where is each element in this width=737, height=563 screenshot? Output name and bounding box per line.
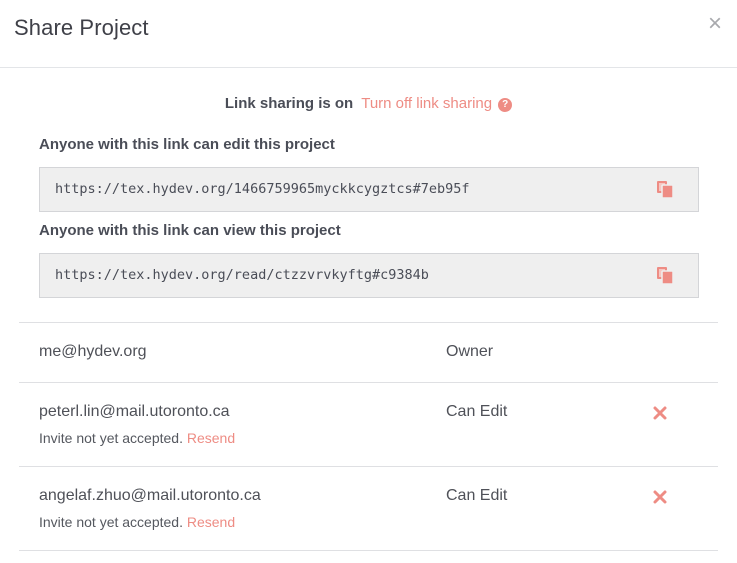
copy-icon[interactable] (655, 179, 675, 199)
remove-icon[interactable] (652, 405, 668, 421)
edit-link-field[interactable]: https://tex.hydev.org/1466759965myckkcyg… (39, 167, 699, 212)
invite-note: Invite not yet accepted. (39, 514, 183, 530)
remove-icon[interactable] (652, 489, 668, 505)
divider (19, 322, 718, 323)
invite-status: Invite not yet accepted. Resend (39, 430, 235, 446)
member-email: angelaf.zhuo@mail.utoronto.ca (39, 487, 261, 504)
modal-header: Share Project × (0, 0, 737, 68)
member-role: Can Edit (446, 487, 508, 504)
divider (19, 466, 718, 467)
resend-link[interactable]: Resend (187, 514, 235, 530)
link-sharing-status-row: Link sharing is on Turn off link sharing? (0, 95, 737, 112)
edit-link-url[interactable]: https://tex.hydev.org/1466759965myckkcyg… (55, 181, 470, 197)
close-icon[interactable]: × (704, 12, 726, 36)
copy-icon[interactable] (655, 265, 675, 285)
member-role: Can Edit (446, 403, 508, 420)
member-role: Owner (446, 343, 494, 360)
view-link-label: Anyone with this link can view this proj… (39, 222, 341, 239)
invite-status: Invite not yet accepted. Resend (39, 514, 235, 530)
divider (19, 382, 718, 383)
view-link-url[interactable]: https://tex.hydev.org/read/ctzzvrvkyftg#… (55, 267, 429, 283)
view-link-field[interactable]: https://tex.hydev.org/read/ctzzvrvkyftg#… (39, 253, 699, 298)
edit-link-label: Anyone with this link can edit this proj… (39, 136, 335, 153)
turn-off-link-sharing-link[interactable]: Turn off link sharing (361, 95, 492, 112)
member-email: me@hydev.org (39, 343, 147, 360)
modal-title: Share Project (14, 15, 149, 40)
member-email: peterl.lin@mail.utoronto.ca (39, 403, 230, 420)
resend-link[interactable]: Resend (187, 430, 235, 446)
help-icon[interactable]: ? (498, 98, 513, 112)
invite-note: Invite not yet accepted. (39, 430, 183, 446)
divider (19, 550, 718, 551)
link-sharing-status: Link sharing is on (224, 95, 354, 112)
